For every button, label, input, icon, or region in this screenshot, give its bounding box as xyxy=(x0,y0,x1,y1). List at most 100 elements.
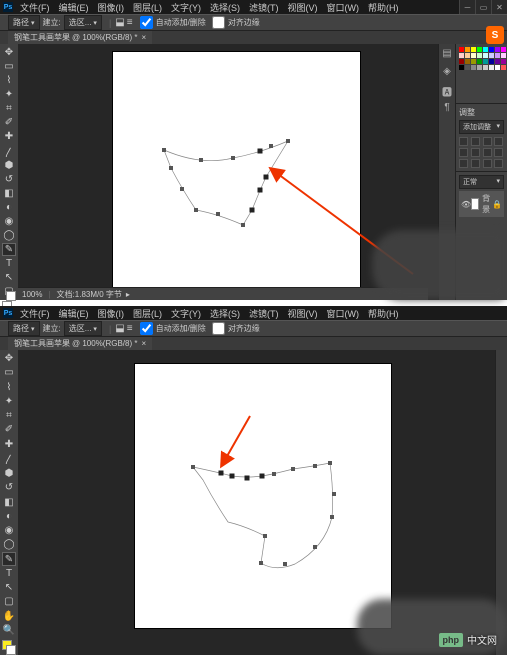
menu-image[interactable]: 图像(I) xyxy=(95,0,128,15)
anchor-point[interactable] xyxy=(313,464,317,468)
eyedrop-tool[interactable]: ✐ xyxy=(2,423,16,436)
adj-icon[interactable] xyxy=(483,148,492,157)
anchor-point[interactable] xyxy=(194,208,198,212)
layer-thumb[interactable] xyxy=(471,198,479,210)
panel-icon[interactable]: ¶ xyxy=(440,102,454,116)
zoom-tool[interactable]: 🔍 xyxy=(2,624,16,637)
auto-add-checkbox[interactable] xyxy=(140,16,153,29)
zoom-value[interactable]: 100% xyxy=(22,290,42,299)
vector-path[interactable] xyxy=(164,141,288,225)
align-edge-checkbox[interactable] xyxy=(212,322,225,335)
adj-icon[interactable] xyxy=(483,137,492,146)
swatch[interactable] xyxy=(471,53,476,58)
bg-color[interactable] xyxy=(6,645,16,655)
document-tab[interactable]: 钢笔工具画苹果 @ 100%(RGB/8) * × xyxy=(8,337,152,350)
history-tool[interactable]: ↺ xyxy=(2,173,16,186)
swatch[interactable] xyxy=(477,65,482,70)
minimize-button[interactable]: ─ xyxy=(459,0,475,14)
swatch[interactable] xyxy=(495,59,500,64)
path-align-icon[interactable]: ≡ xyxy=(127,17,133,28)
swatch[interactable] xyxy=(459,47,464,52)
type-tool[interactable]: T xyxy=(2,567,16,580)
adj-icon[interactable] xyxy=(494,137,503,146)
menu-type[interactable]: 文字(Y) xyxy=(168,0,204,15)
swatch[interactable] xyxy=(465,47,470,52)
bg-color[interactable] xyxy=(6,291,16,301)
swatch[interactable] xyxy=(459,53,464,58)
collapsed-panel-strip[interactable] xyxy=(495,350,507,655)
menu-filter[interactable]: 滤镜(T) xyxy=(246,306,282,321)
adj-icon[interactable] xyxy=(471,148,480,157)
path-select-tool[interactable]: ↖ xyxy=(2,271,16,284)
swatch[interactable] xyxy=(495,65,500,70)
anchor-point[interactable] xyxy=(291,467,295,471)
swatch[interactable] xyxy=(477,59,482,64)
gradient-tool[interactable]: ◐ xyxy=(2,510,16,523)
swatch[interactable] xyxy=(477,47,482,52)
layer-row[interactable]: 👁 背景 🔒 xyxy=(459,191,504,217)
dodge-tool[interactable]: ◯ xyxy=(2,538,16,551)
color-swatch[interactable] xyxy=(2,640,16,655)
lasso-tool[interactable]: ⌇ xyxy=(2,74,16,87)
swatch[interactable] xyxy=(489,53,494,58)
move-tool[interactable]: ✥ xyxy=(2,46,16,59)
swatch[interactable] xyxy=(459,59,464,64)
anchor-point[interactable] xyxy=(191,465,195,469)
swatch[interactable] xyxy=(501,47,506,52)
anchor-point[interactable] xyxy=(258,188,262,192)
menu-filter[interactable]: 滤镜(T) xyxy=(246,0,282,15)
panel-icon[interactable]: ▤ xyxy=(440,48,454,62)
selection-dropdown[interactable]: 选区... xyxy=(64,15,102,30)
menu-view[interactable]: 视图(V) xyxy=(285,0,321,15)
adjustments-panel[interactable]: 调整 添加调整▾ xyxy=(456,104,507,172)
wand-tool[interactable]: ✦ xyxy=(2,395,16,408)
path-type-dropdown[interactable]: 路径 xyxy=(8,321,40,336)
shape-tool[interactable]: ▢ xyxy=(2,595,16,608)
swatch[interactable] xyxy=(471,65,476,70)
swatch[interactable] xyxy=(465,65,470,70)
anchor-point[interactable] xyxy=(286,139,290,143)
anchor-point[interactable] xyxy=(283,562,287,566)
swatch[interactable] xyxy=(489,59,494,64)
path-combine-icon[interactable]: ⬓ xyxy=(115,17,124,28)
anchor-point[interactable] xyxy=(269,144,273,148)
blend-mode[interactable]: 正常▾ xyxy=(459,175,504,189)
anchor-point[interactable] xyxy=(272,472,276,476)
document-tab[interactable]: 钢笔工具画苹果 @ 100%(RGB/8) * × xyxy=(8,31,152,44)
blur-tool[interactable]: ◉ xyxy=(2,524,16,537)
anchor-point[interactable] xyxy=(264,175,268,179)
blur-tool[interactable]: ◉ xyxy=(2,215,16,228)
visibility-icon[interactable]: 👁 xyxy=(461,200,471,209)
swatch[interactable] xyxy=(495,53,500,58)
anchor-point[interactable] xyxy=(250,208,254,212)
swatch[interactable] xyxy=(459,65,464,70)
anchor-point[interactable] xyxy=(259,561,263,565)
history-tool[interactable]: ↺ xyxy=(2,481,16,494)
menu-edit[interactable]: 编辑(E) xyxy=(56,0,92,15)
menu-layer[interactable]: 图层(L) xyxy=(130,0,165,15)
anchor-point[interactable] xyxy=(241,223,245,227)
anchor-point[interactable] xyxy=(260,474,264,478)
anchor-point[interactable] xyxy=(219,471,223,475)
crop-tool[interactable]: ⌗ xyxy=(2,102,16,115)
swatch[interactable] xyxy=(501,53,506,58)
marquee-tool[interactable]: ▭ xyxy=(2,60,16,73)
adj-icon[interactable] xyxy=(494,148,503,157)
swatches-panel[interactable] xyxy=(456,44,507,104)
menu-view[interactable]: 视图(V) xyxy=(285,306,321,321)
adj-icon[interactable] xyxy=(471,137,480,146)
selection-dropdown[interactable]: 选区... xyxy=(64,321,102,336)
adj-icon[interactable] xyxy=(459,159,468,168)
anchor-point[interactable] xyxy=(245,476,249,480)
auto-add-checkbox[interactable] xyxy=(140,322,153,335)
swatch[interactable] xyxy=(483,53,488,58)
path-type-dropdown[interactable]: 路径 xyxy=(8,15,40,30)
swatch[interactable] xyxy=(483,59,488,64)
maximize-button[interactable]: ▭ xyxy=(475,0,491,14)
canvas-area[interactable] xyxy=(18,44,455,300)
eyedrop-tool[interactable]: ✐ xyxy=(2,116,16,129)
adj-icon[interactable] xyxy=(494,159,503,168)
path-combine-icon[interactable]: ⬓ xyxy=(115,323,124,334)
swatch[interactable] xyxy=(501,65,506,70)
close-button[interactable]: ✕ xyxy=(491,0,507,14)
